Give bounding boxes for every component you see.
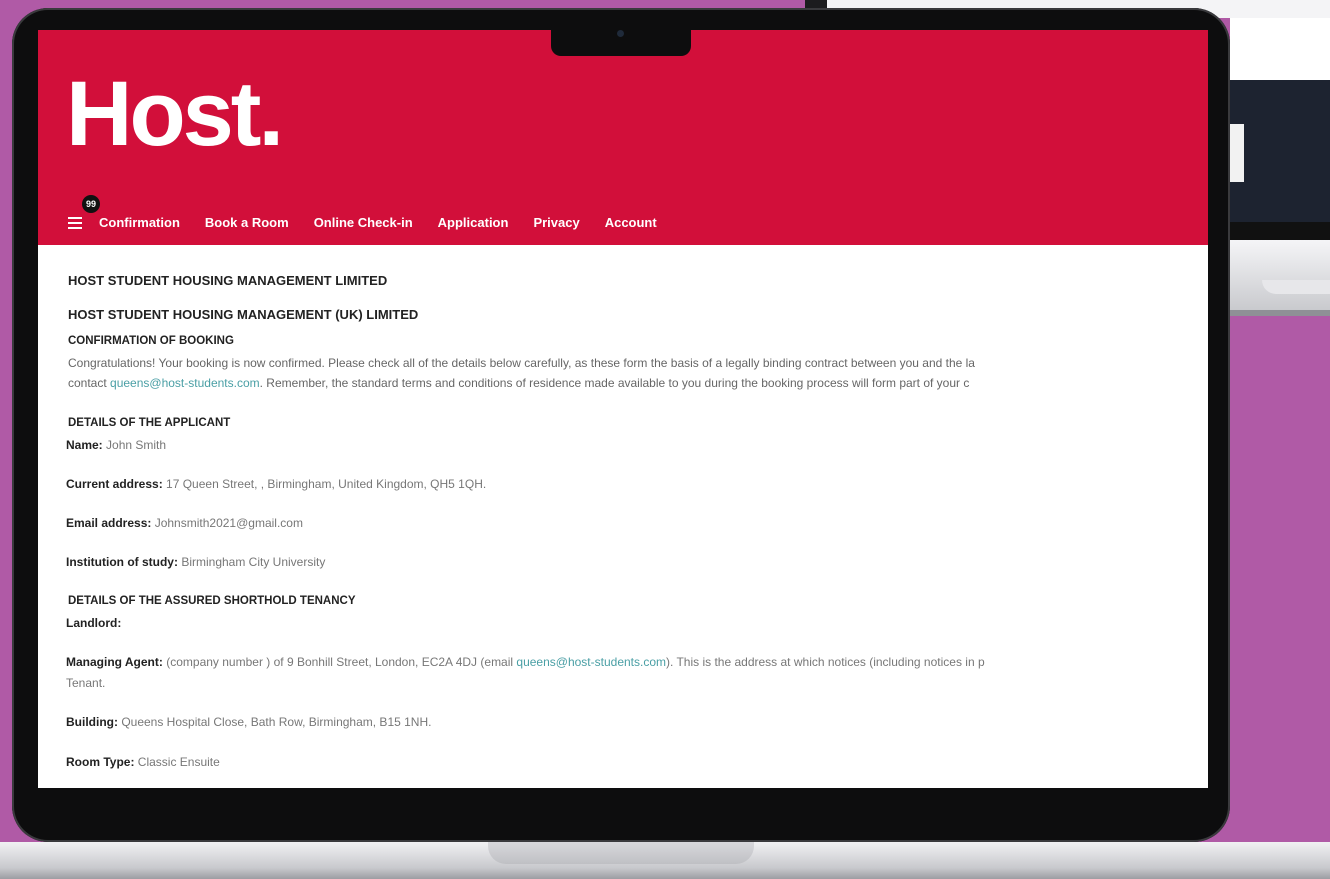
managing-agent-field: Managing Agent: (company number ) of 9 B… bbox=[66, 655, 985, 669]
applicant-institution: Institution of study: Birmingham City Un… bbox=[66, 555, 326, 569]
tenancy-section-title: DETAILS OF THE ASSURED SHORTHOLD TENANCY bbox=[68, 595, 356, 607]
background-laptop-notch bbox=[1262, 280, 1330, 294]
building-field: Building: Queens Hospital Close, Bath Ro… bbox=[66, 715, 432, 729]
background-laptop-screen-top bbox=[1230, 18, 1330, 80]
applicant-name: Name: John Smith bbox=[66, 438, 167, 452]
company-name-2: HOST STUDENT HOUSING MANAGEMENT (UK) LIM… bbox=[68, 307, 419, 322]
agent-email-link[interactable]: queens@host-students.com bbox=[516, 655, 666, 669]
confirmation-title: CONFIRMATION OF BOOKING bbox=[68, 335, 234, 347]
confirmation-text-line1: Congratulations! Your booking is now con… bbox=[68, 356, 975, 370]
nav-book-a-room[interactable]: Book a Room bbox=[205, 215, 289, 230]
managing-agent-line2: Tenant. bbox=[66, 676, 106, 690]
applicant-address: Current address: 17 Queen Street, , Birm… bbox=[66, 477, 487, 491]
room-type-field: Room Type: Classic Ensuite bbox=[66, 755, 220, 769]
camera-icon bbox=[617, 30, 624, 37]
confirmation-text-line2: contact queens@host-students.com. Rememb… bbox=[68, 376, 970, 390]
site-header: Host. 99 Confirmation Book a Room Online… bbox=[38, 30, 1208, 245]
applicant-email: Email address: Johnsmith2021@gmail.com bbox=[66, 516, 303, 530]
laptop-base-notch bbox=[488, 842, 754, 864]
company-name-1: HOST STUDENT HOUSING MANAGEMENT LIMITED bbox=[68, 273, 388, 288]
laptop-screen: Host. 99 Confirmation Book a Room Online… bbox=[38, 30, 1208, 788]
background-laptop-bezel bbox=[1215, 222, 1330, 240]
nav-confirmation[interactable]: Confirmation bbox=[99, 215, 180, 230]
nav-application[interactable]: Application bbox=[438, 215, 509, 230]
camera-notch bbox=[551, 30, 691, 56]
nav-online-check-in[interactable]: Online Check-in bbox=[314, 215, 413, 230]
main-nav: Confirmation Book a Room Online Check-in… bbox=[68, 215, 682, 230]
contact-email-link[interactable]: queens@host-students.com bbox=[110, 376, 260, 390]
hamburger-menu-icon[interactable] bbox=[68, 216, 82, 229]
confirmation-document: HOST STUDENT HOUSING MANAGEMENT LIMITED … bbox=[38, 245, 1208, 788]
nav-privacy[interactable]: Privacy bbox=[533, 215, 579, 230]
landlord-field: Landlord: bbox=[66, 616, 122, 630]
nav-account[interactable]: Account bbox=[605, 215, 657, 230]
applicant-section-title: DETAILS OF THE APPLICANT bbox=[68, 417, 231, 429]
site-logo[interactable]: Host. bbox=[66, 68, 284, 160]
background-laptop-base bbox=[1215, 240, 1330, 316]
notification-badge: 99 bbox=[82, 195, 100, 213]
